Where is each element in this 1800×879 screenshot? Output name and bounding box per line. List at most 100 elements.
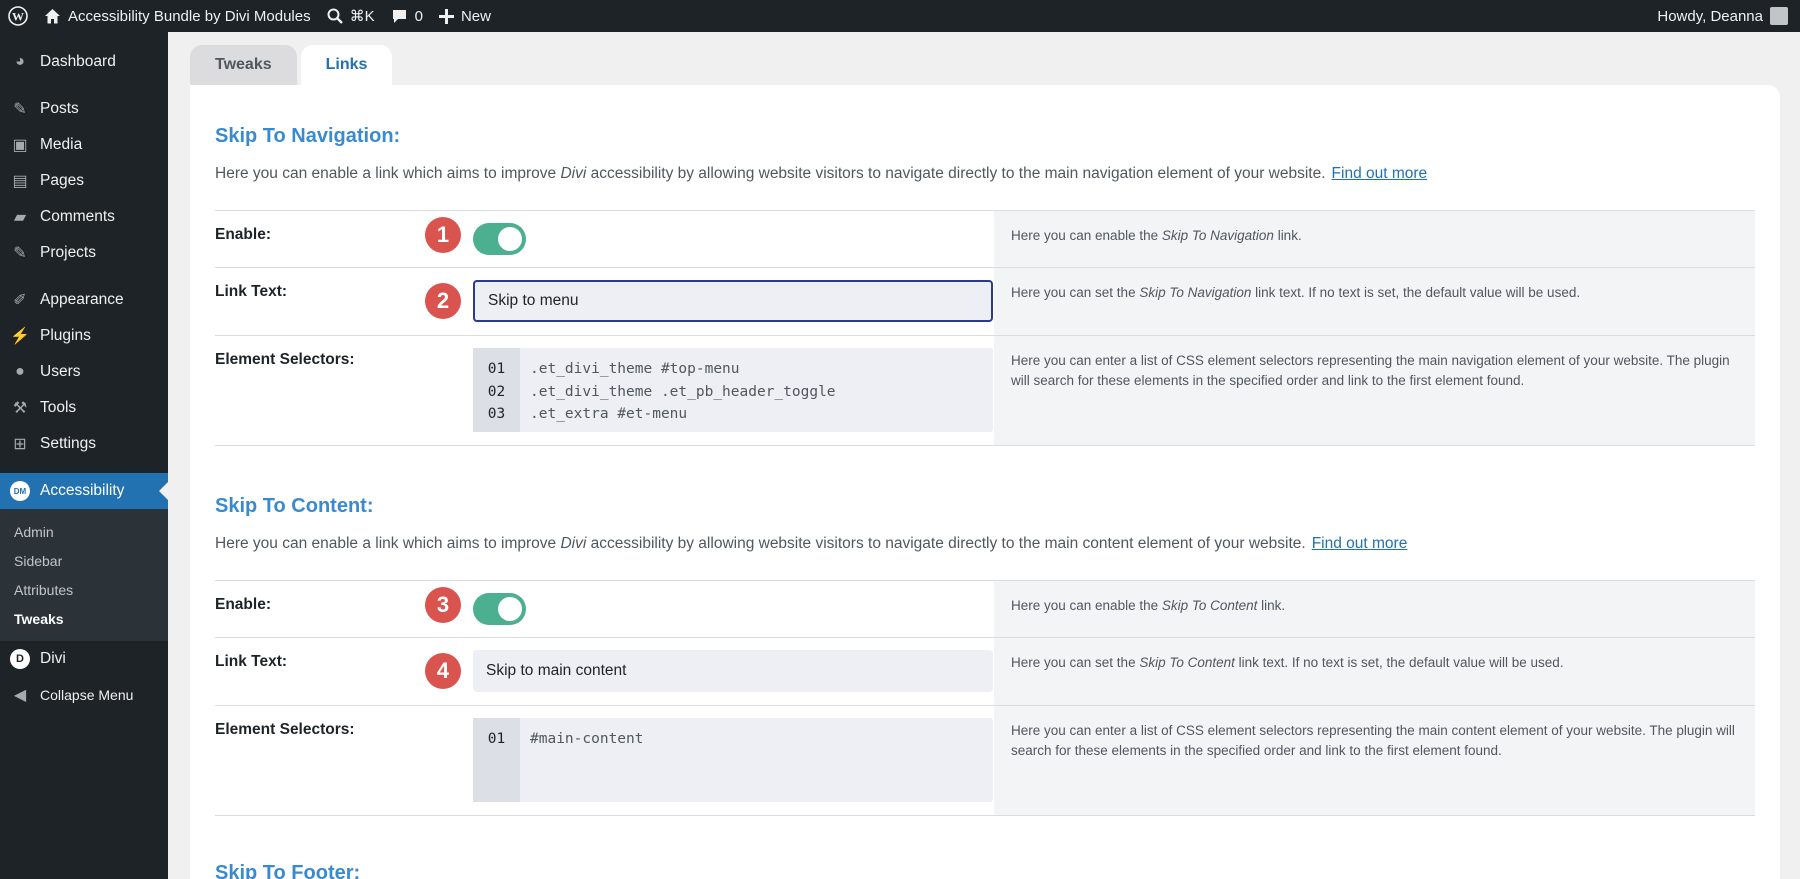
tab-tweaks[interactable]: Tweaks [190,45,297,85]
field-label: Element Selectors: [215,721,355,738]
settings-table: Enable: 3 Here you can enable the Skip T… [215,580,1755,816]
section-title-skip-footer: Skip To Footer: [215,862,361,879]
new-label: New [460,7,491,25]
step-marker: 1 [425,217,461,253]
submenu-item-admin[interactable]: Admin [0,517,168,546]
enable-toggle[interactable] [473,593,526,625]
setting-row-link-text: Link Text: 4 Skip to main content Here y… [215,638,1755,706]
account-menu[interactable]: Howdy, Deanna [1649,0,1800,32]
search-button[interactable]: ⌘K [319,0,383,32]
collapse-icon: ◀ [13,687,27,704]
submenu-item-sidebar[interactable]: Sidebar [0,546,168,575]
step-marker: 4 [425,653,461,689]
wordpress-logo-button[interactable]: W [0,0,36,32]
avatar [1770,7,1788,25]
site-name-link[interactable]: Accessibility Bundle by Divi Modules [36,0,319,32]
help-text: Here you can set the Skip To Content lin… [994,638,1755,705]
wrench-icon: ⚒ [12,400,28,417]
sidebar-item-settings[interactable]: ⊞ Settings [0,426,168,462]
help-text: Here you can set the Skip To Navigation … [994,268,1755,335]
dashboard-icon: ◕ [15,53,25,70]
media-icon: ▣ [12,137,28,154]
collapse-menu-button[interactable]: ◀ Collapse Menu [0,677,168,713]
setting-row-enable: Enable: 3 Here you can enable the Skip T… [215,581,1755,638]
plug-icon: ⚡ [10,328,30,345]
sidebar-item-divi[interactable]: D Divi [0,641,168,677]
code-line: #main-content [530,731,644,747]
setting-row-element-selectors: Element Selectors: 01 02 03 .et_divi_the… [215,336,1755,446]
submenu-item-tweaks[interactable]: Tweaks [0,604,168,633]
field-label: Link Text: [215,283,288,300]
selectors-code-editor[interactable]: 01 02 03 .et_divi_theme #top-menu .et_di… [473,348,993,432]
user-icon: ● [15,363,25,380]
code-lines: .et_divi_theme #top-menu .et_divi_theme … [520,348,836,432]
sidebar-item-plugins[interactable]: ⚡ Plugins [0,318,168,354]
code-line: .et_divi_theme #top-menu [530,361,740,377]
sidebar-item-media[interactable]: ▣ Media [0,127,168,163]
home-icon [45,8,60,23]
sidebar-item-comments[interactable]: ▰ Comments [0,199,168,235]
help-text: Here you can enable the Skip To Navigati… [994,211,1755,267]
divi-icon: D [10,649,30,669]
new-button[interactable]: New [431,0,499,32]
setting-row-link-text: Link Text: 2 Skip to menu Here you can s… [215,268,1755,336]
sidebar-item-dashboard[interactable]: ◕ Dashboard [0,44,168,80]
code-line: .et_extra #et-menu [530,406,688,422]
link-text-input[interactable]: Skip to menu [473,280,993,322]
field-label: Link Text: [215,653,288,670]
tab-links[interactable]: Links [300,45,393,85]
pin-icon: ✎ [13,101,27,118]
enable-toggle[interactable] [473,223,526,255]
greeting: Howdy, Deanna [1657,7,1763,25]
search-icon [327,8,343,24]
selectors-code-editor[interactable]: 01 #main-content [473,718,993,802]
plus-icon [438,8,454,24]
section-title-skip-navigation: Skip To Navigation: [215,125,401,147]
site-name: Accessibility Bundle by Divi Modules [68,7,311,25]
settings-icon: ⊞ [13,436,27,453]
setting-row-element-selectors: Element Selectors: 01 #main-content Here… [215,706,1755,816]
sidebar-item-pages[interactable]: ▤ Pages [0,163,168,199]
settings-panel: Skip To Navigation: Here you can enable … [190,85,1780,879]
field-label: Enable: [215,226,271,243]
line-numbers: 01 02 03 [473,348,520,432]
help-text: Here you can enable the Skip To Content … [994,581,1755,637]
settings-table: Enable: 1 Here you can enable the Skip T… [215,210,1755,446]
sidebar-item-projects[interactable]: ✎ Projects [0,235,168,271]
sidebar-item-posts[interactable]: ✎ Posts [0,91,168,127]
field-label: Element Selectors: [215,351,355,368]
sidebar-item-accessibility[interactable]: DM Accessibility [0,473,168,509]
admin-bar: W Accessibility Bundle by Divi Modules ⌘… [0,0,1800,32]
find-out-more-link[interactable]: Find out more [1332,165,1428,182]
step-marker: 3 [425,587,461,623]
tab-bar: Tweaks Links [190,45,393,85]
svg-text:W: W [12,10,24,24]
sidebar-item-users[interactable]: ● Users [0,354,168,390]
pages-icon: ▤ [12,173,28,190]
comment-icon [392,9,406,23]
help-text: Here you can enter a list of CSS element… [994,706,1755,815]
wordpress-icon: W [8,6,28,26]
code-line: .et_divi_theme .et_pb_header_toggle [530,383,836,400]
sidebar-item-tools[interactable]: ⚒ Tools [0,390,168,426]
dm-badge-icon: DM [10,481,30,501]
accessibility-submenu: Admin Sidebar Attributes Tweaks [0,509,168,641]
find-out-more-link[interactable]: Find out more [1312,535,1408,552]
submenu-item-attributes[interactable]: Attributes [0,575,168,604]
section-description: Here you can enable a link which aims to… [215,535,1408,552]
line-numbers: 01 [473,718,520,802]
toggle-knob [498,227,522,251]
brush-icon: ✐ [13,292,27,309]
field-label: Enable: [215,596,271,613]
link-text-input[interactable]: Skip to main content [473,650,993,692]
comments-button[interactable]: 0 [383,0,431,32]
main-content: Tweaks Links Skip To Navigation: Here yo… [168,32,1800,879]
comments-count: 0 [414,7,423,25]
step-marker: 2 [425,283,461,319]
toggle-knob [498,597,522,621]
comment-icon: ▰ [13,209,27,226]
sidebar-item-appearance[interactable]: ✐ Appearance [0,282,168,318]
section-title-skip-content: Skip To Content: [215,495,374,517]
search-shortcut: ⌘K [349,8,375,25]
admin-sidebar: ◕ Dashboard ✎ Posts ▣ Media ▤ Pages ▰ Comment… [0,32,168,879]
